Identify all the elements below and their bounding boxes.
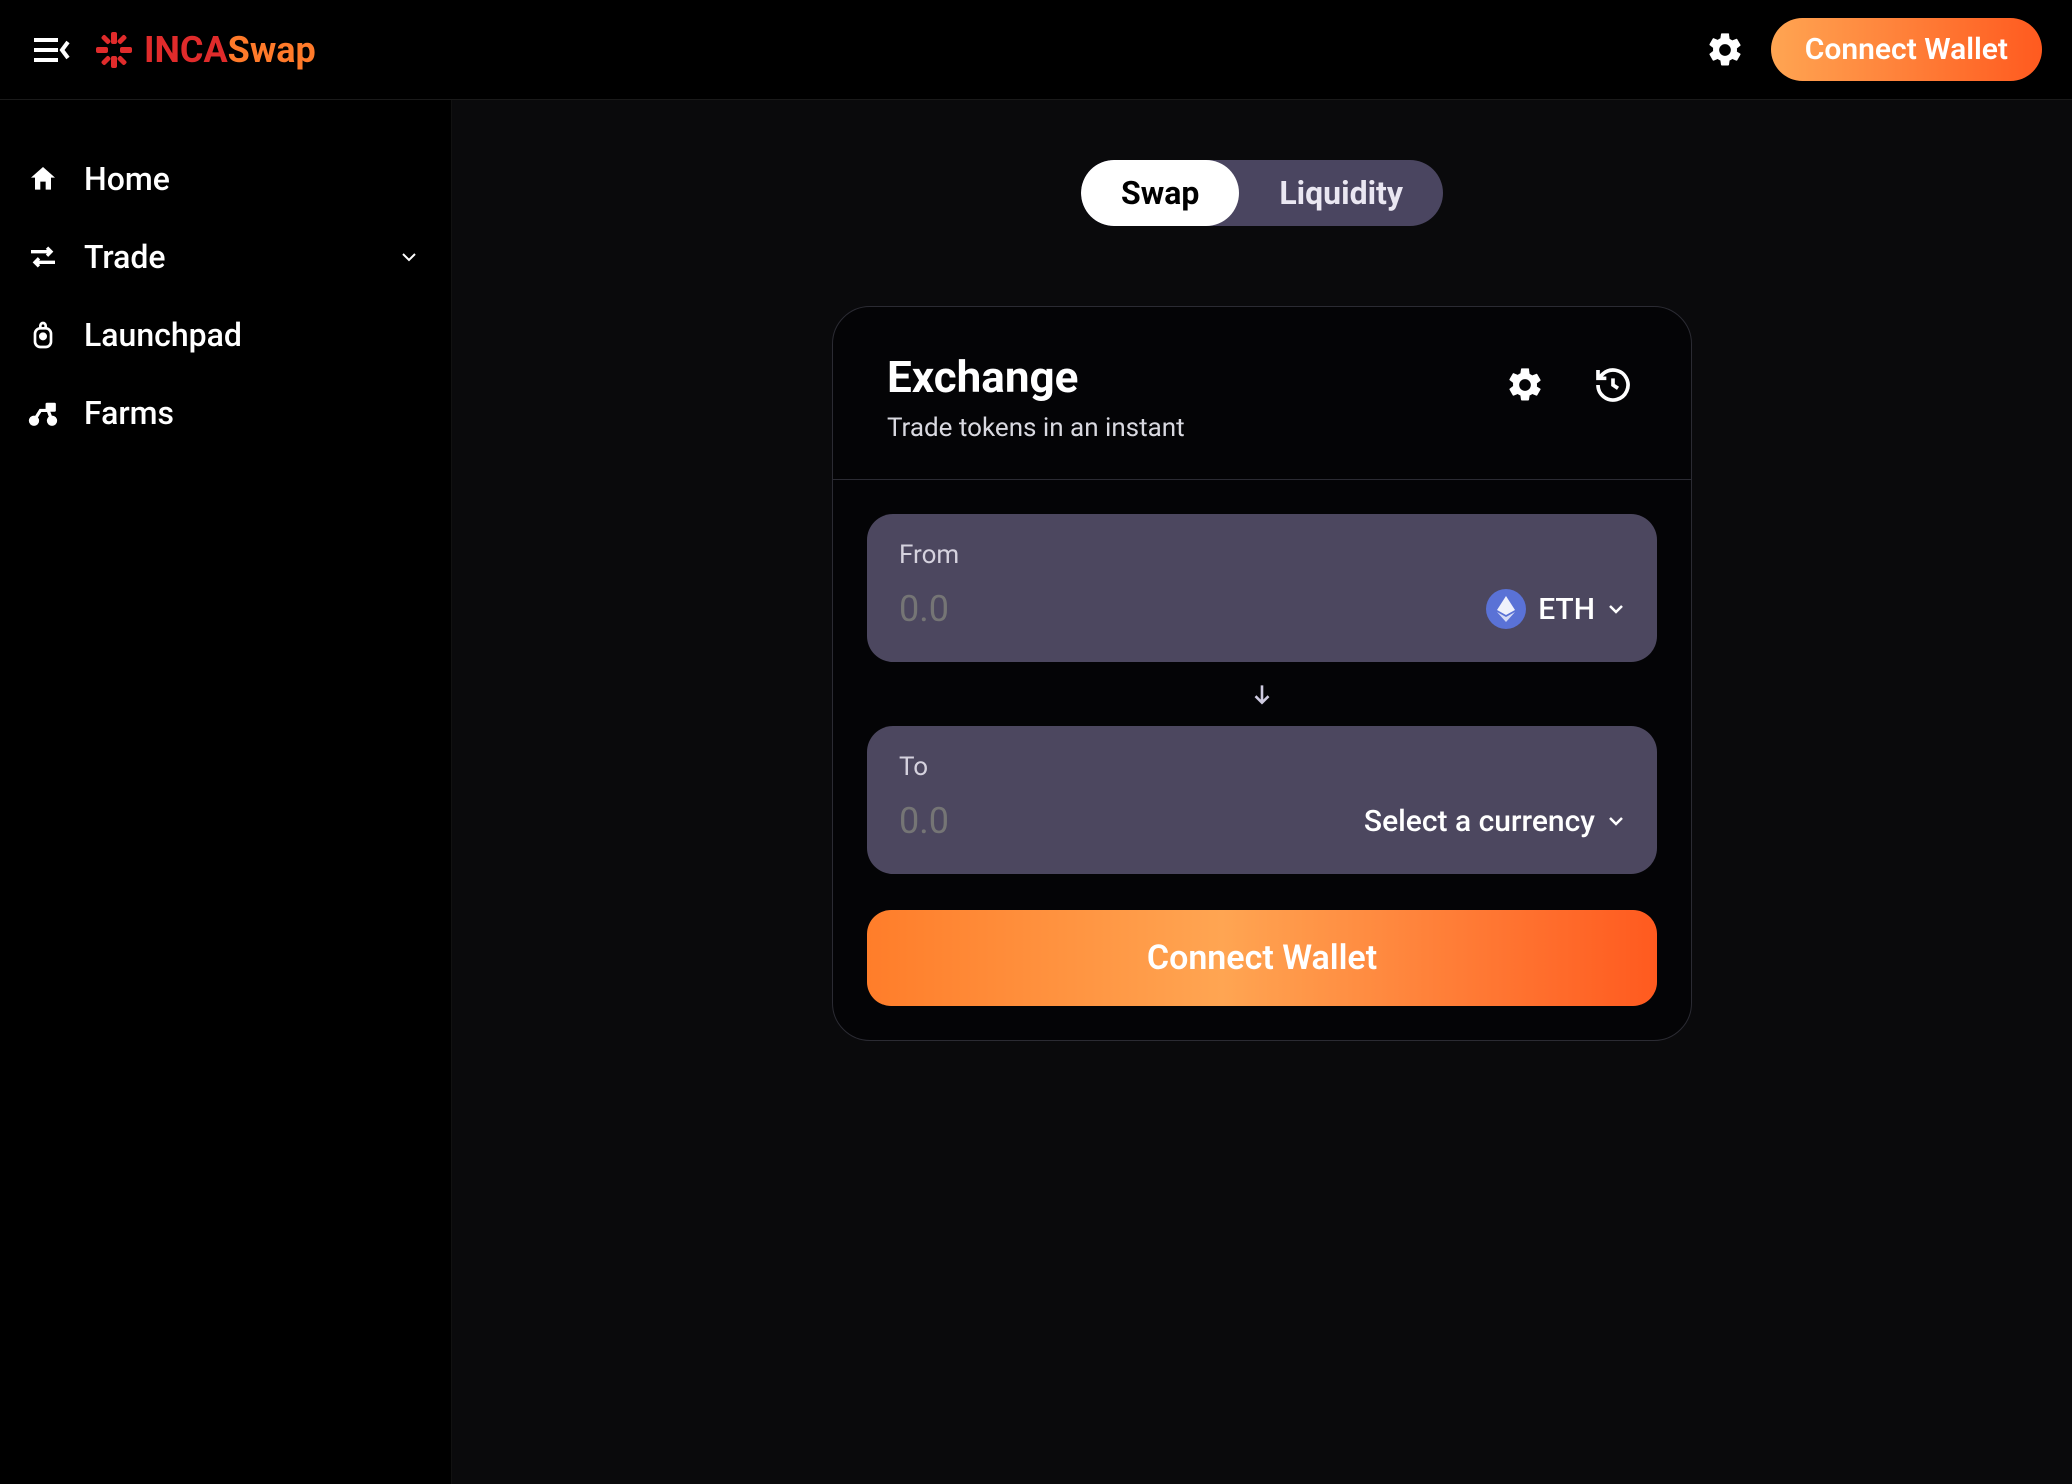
brand-name-2: Swap — [228, 29, 316, 71]
sidebar-item-launchpad[interactable]: Launchpad — [0, 296, 451, 374]
card-settings-button[interactable] — [1505, 365, 1549, 409]
to-label: To — [899, 752, 1625, 782]
tab-swap[interactable]: Swap — [1081, 160, 1239, 226]
from-token-symbol: ETH — [1538, 592, 1595, 627]
card-title: Exchange — [887, 351, 1185, 403]
sidebar-item-label: Farms — [84, 394, 174, 432]
connect-wallet-button[interactable]: Connect Wallet — [1771, 18, 2042, 81]
from-token-box: From ETH — [867, 514, 1657, 662]
from-amount-input[interactable] — [899, 588, 1486, 630]
swap-liquidity-toggle: Swap Liquidity — [1081, 160, 1443, 226]
chevron-down-icon — [1607, 603, 1625, 615]
logo-icon — [94, 30, 134, 70]
brand-name-1: INCA — [144, 29, 228, 71]
menu-collapse-icon — [34, 36, 70, 64]
home-icon — [27, 163, 59, 195]
swap-arrows-icon — [27, 241, 59, 273]
brand-logo[interactable]: INCASwap — [94, 29, 316, 71]
swap-direction-button[interactable] — [867, 668, 1657, 720]
sidebar-item-label: Home — [84, 160, 170, 198]
history-button[interactable] — [1593, 365, 1637, 409]
tab-liquidity[interactable]: Liquidity — [1239, 160, 1443, 226]
from-token-select[interactable]: ETH — [1486, 589, 1625, 629]
to-token-symbol: Select a currency — [1364, 804, 1595, 839]
menu-toggle-button[interactable] — [30, 28, 74, 72]
sidebar-item-label: Trade — [84, 238, 166, 276]
eth-icon — [1486, 589, 1526, 629]
sidebar-item-farms[interactable]: Farms — [0, 374, 451, 452]
topbar: INCASwap Connect Wallet — [0, 0, 2072, 100]
settings-button[interactable] — [1703, 28, 1747, 72]
card-connect-wallet-button[interactable]: Connect Wallet — [867, 910, 1657, 1006]
launchpad-icon — [27, 319, 59, 351]
from-label: From — [899, 540, 1625, 570]
sidebar-item-trade[interactable]: Trade — [0, 218, 451, 296]
sidebar-item-label: Launchpad — [84, 316, 242, 354]
to-amount-input[interactable] — [899, 800, 1364, 842]
sidebar: Home Trade — [0, 100, 452, 1484]
to-token-box: To Select a currency — [867, 726, 1657, 874]
sidebar-item-home[interactable]: Home — [0, 140, 451, 218]
gear-icon — [1705, 30, 1745, 70]
card-header: Exchange Trade tokens in an instant — [833, 307, 1691, 480]
farms-icon — [25, 397, 61, 429]
chevron-down-icon — [1607, 815, 1625, 827]
exchange-card: Exchange Trade tokens in an instant — [832, 306, 1692, 1041]
card-subtitle: Trade tokens in an instant — [887, 413, 1185, 443]
history-icon — [1593, 365, 1633, 405]
main-content: Swap Liquidity Exchange Trade tokens in … — [452, 100, 2072, 1484]
chevron-down-icon — [401, 252, 417, 262]
arrow-down-icon — [1249, 681, 1275, 707]
gear-icon — [1505, 365, 1545, 405]
to-token-select[interactable]: Select a currency — [1364, 804, 1625, 839]
